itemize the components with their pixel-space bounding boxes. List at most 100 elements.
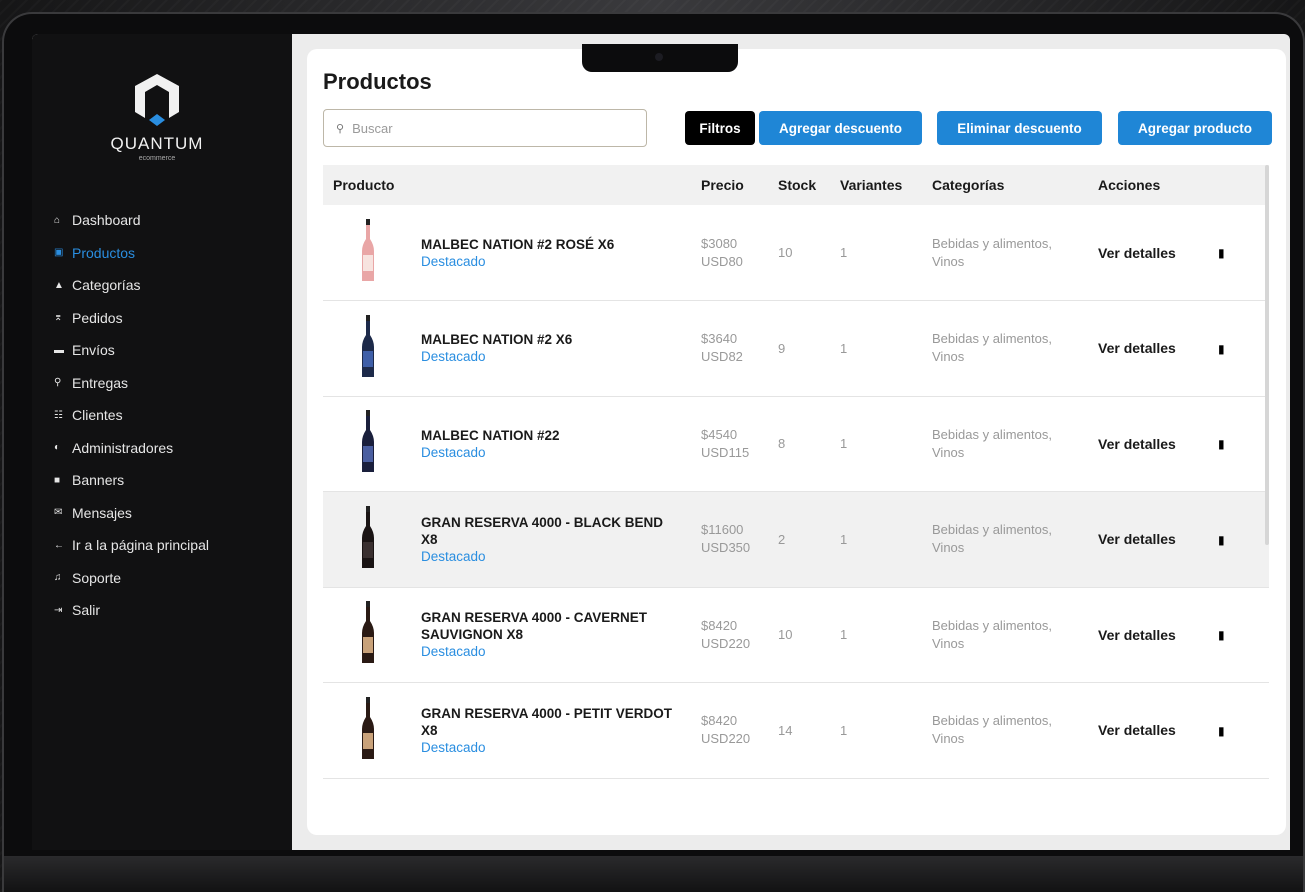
product-thumbnail[interactable] — [333, 314, 403, 382]
table-scrollbar[interactable] — [1265, 165, 1269, 545]
sidebar-item-label: Clientes — [72, 407, 123, 424]
category-primary: Bebidas y alimentos, — [932, 426, 1052, 442]
wine-bottle-icon — [362, 696, 374, 759]
sidebar-item-mensajes[interactable]: ✉ Mensajes — [54, 497, 209, 530]
product-thumbnail[interactable] — [333, 601, 403, 668]
sidebar-item-banners[interactable]: ■ Banners — [54, 464, 209, 497]
remove-discount-button[interactable]: Eliminar descuento — [937, 111, 1102, 145]
trash-icon[interactable]: ▮ — [1218, 533, 1225, 547]
truck-icon: ▬ — [54, 344, 64, 356]
price-ars: $3080 — [701, 235, 738, 251]
table-row[interactable]: GRAN RESERVA 4000 - BLACK BEND X8 Destac… — [323, 491, 1269, 588]
product-thumbnail[interactable] — [333, 696, 403, 764]
header-precio[interactable]: Precio — [691, 165, 768, 205]
camera-notch — [582, 44, 738, 72]
add-discount-button[interactable]: Agregar descuento — [759, 111, 922, 145]
view-details-link[interactable]: Ver detalles — [1098, 245, 1176, 261]
price-cell: $8420 USD220 — [691, 683, 768, 779]
view-details-link[interactable]: Ver detalles — [1098, 531, 1176, 547]
sidebar-item-pedidos[interactable]: ⌆ Pedidos — [54, 302, 209, 335]
categories-cell: Bebidas y alimentos, Vinos — [922, 683, 1088, 779]
sidebar-item-label: Mensajes — [72, 504, 132, 521]
sidebar-item-envíos[interactable]: ▬ Envíos — [54, 334, 209, 367]
category-secondary: Vinos — [932, 444, 965, 460]
price-usd: USD80 — [701, 253, 743, 269]
view-details-link[interactable]: Ver detalles — [1098, 627, 1176, 643]
featured-tag: Destacado — [421, 739, 486, 755]
price-cell: $4540 USD115 — [691, 396, 768, 492]
products-table: Producto Precio Stock Variantes Categorí… — [323, 165, 1269, 779]
price-ars: $8420 — [701, 617, 738, 633]
table-row[interactable]: GRAN RESERVA 4000 - PETIT VERDOT X8 Dest… — [323, 683, 1269, 779]
trash-icon[interactable]: ▮ — [1218, 724, 1225, 738]
category-secondary: Vinos — [932, 635, 965, 651]
product-thumbnail[interactable] — [333, 219, 403, 286]
header-variantes[interactable]: Variantes — [830, 165, 922, 205]
sidebar-nav: ⌂ Dashboard ▣ Productos ▲ Categorías ⌆ Pedidos ▬… — [54, 204, 209, 627]
product-thumbnail[interactable] — [333, 410, 403, 477]
trash-icon[interactable]: ▮ — [1218, 437, 1225, 451]
view-details-link[interactable]: Ver detalles — [1098, 722, 1176, 738]
table-row[interactable]: MALBEC NATION #2 X6 Destacado $3640 USD8… — [323, 301, 1269, 396]
price-ars: $11600 — [701, 522, 744, 538]
sidebar-item-categorías[interactable]: ▲ Categorías — [54, 269, 209, 302]
view-details-link[interactable]: Ver detalles — [1098, 340, 1176, 356]
trash-icon[interactable]: ▮ — [1218, 628, 1225, 642]
price-cell: $3080 USD80 — [691, 205, 768, 301]
header-stock[interactable]: Stock — [768, 165, 830, 205]
product-cell: GRAN RESERVA 4000 - CAVERNET SAUVIGNON X… — [323, 587, 691, 683]
stock-cell: 14 — [778, 722, 793, 738]
header-categorias[interactable]: Categorías — [922, 165, 1088, 205]
actions-cell: Ver detalles — [1088, 587, 1208, 683]
product-thumbnail[interactable] — [333, 505, 403, 573]
quantum-logo-icon — [135, 74, 179, 126]
product-name[interactable]: GRAN RESERVA 4000 - PETIT VERDOT X8 — [421, 705, 676, 739]
sidebar-item-label: Entregas — [72, 374, 129, 391]
sidebar-item-clientes[interactable]: ☷ Clientes — [54, 399, 209, 432]
sidebar-item-label: Salir — [72, 602, 101, 619]
sidebar-item-soporte[interactable]: ♫ Soporte — [54, 562, 209, 595]
sidebar-item-productos[interactable]: ▣ Productos — [54, 237, 209, 270]
sidebar-item-ir-a-la-página-principal[interactable]: ← Ir a la página principal — [54, 529, 209, 562]
product-name[interactable]: MALBEC NATION #2 X6 — [421, 331, 676, 348]
category-secondary: Vinos — [932, 253, 965, 269]
actions-cell: Ver detalles — [1088, 492, 1208, 588]
dolly-icon: ⌆ — [54, 312, 63, 324]
delete-cell: ▮ — [1208, 396, 1269, 492]
sidebar-item-dashboard[interactable]: ⌂ Dashboard — [54, 204, 209, 237]
search-input[interactable]: ⚲ Buscar — [323, 109, 647, 147]
product-cell: GRAN RESERVA 4000 - PETIT VERDOT X8 Dest… — [323, 683, 691, 779]
table-row[interactable]: GRAN RESERVA 4000 - CAVERNET SAUVIGNON X… — [323, 587, 1269, 683]
variants-cell: 1 — [840, 340, 848, 356]
delete-cell: ▮ — [1208, 492, 1269, 588]
product-name[interactable]: MALBEC NATION #2 ROSÉ X6 — [421, 236, 676, 253]
home-icon: ⌂ — [54, 214, 61, 226]
product-name[interactable]: GRAN RESERVA 4000 - CAVERNET SAUVIGNON X… — [421, 609, 676, 643]
categories-cell: Bebidas y alimentos, Vinos — [922, 396, 1088, 492]
product-name[interactable]: MALBEC NATION #22 — [421, 427, 676, 444]
trash-icon[interactable]: ▮ — [1218, 246, 1225, 260]
sidebar-item-administradores[interactable]: ◐ Administradores — [54, 432, 209, 465]
trash-icon[interactable]: ▮ — [1218, 342, 1225, 356]
variants-cell: 1 — [840, 531, 848, 547]
app-screen: QUANTUM ecommerce ⌂ Dashboard ▣ Productos ▲ C… — [32, 34, 1290, 850]
brand-name: QUANTUM — [110, 134, 204, 153]
sidebar-item-salir[interactable]: ⇥ Salir — [54, 594, 209, 627]
price-ars: $4540 — [701, 426, 738, 442]
table-row[interactable]: MALBEC NATION #22 Destacado $4540 USD115… — [323, 396, 1269, 492]
product-cell: GRAN RESERVA 4000 - BLACK BEND X8 Destac… — [323, 492, 691, 588]
brand-logo[interactable]: QUANTUM ecommerce — [92, 72, 222, 162]
price-usd: USD220 — [701, 635, 751, 651]
search-icon: ⚲ — [336, 122, 345, 135]
sidebar-item-label: Dashboard — [72, 212, 141, 229]
product-name[interactable]: GRAN RESERVA 4000 - BLACK BEND X8 — [421, 514, 676, 548]
view-details-link[interactable]: Ver detalles — [1098, 436, 1176, 452]
laptop-bezel-bottom — [4, 856, 1303, 892]
sidebar-item-label: Pedidos — [72, 309, 123, 326]
header-producto[interactable]: Producto — [323, 165, 691, 205]
filters-button[interactable]: Filtros — [685, 111, 755, 145]
sidebar-item-entregas[interactable]: ⚲ Entregas — [54, 367, 209, 400]
table-row[interactable]: MALBEC NATION #2 ROSÉ X6 Destacado $3080… — [323, 205, 1269, 301]
laptop-frame: QUANTUM ecommerce ⌂ Dashboard ▣ Productos ▲ C… — [2, 12, 1305, 892]
add-product-button[interactable]: Agregar producto — [1118, 111, 1272, 145]
